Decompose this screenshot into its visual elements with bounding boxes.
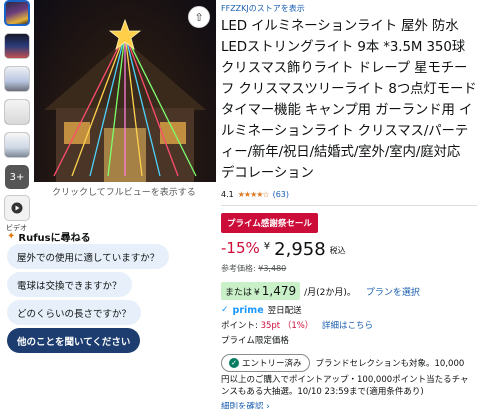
- image-caption[interactable]: クリックしてフルビューを表示する: [52, 185, 222, 198]
- prime-check-icon: ✓: [221, 305, 229, 315]
- review-count-link[interactable]: (63): [273, 190, 289, 199]
- rufus-title-text: Rufusに尋ねる: [18, 233, 91, 244]
- share-icon[interactable]: ⇧: [188, 6, 210, 28]
- reference-label: 参考価格:: [221, 264, 256, 273]
- select-plan-link[interactable]: プランを選択: [366, 285, 420, 298]
- more-images-button[interactable]: 3+: [5, 165, 29, 189]
- rating-value: 4.1: [221, 190, 234, 199]
- entry-details-link[interactable]: 細則を確認 ›: [221, 400, 477, 409]
- product-illustration: [44, 18, 206, 182]
- rating-row: 4.1 ★★★★☆ (63): [221, 190, 477, 199]
- thumbnail-4[interactable]: [4, 99, 30, 125]
- store-link[interactable]: FFZZKJのストアを表示: [221, 3, 477, 14]
- prime-row: ✓ prime 翌日配送: [221, 304, 477, 317]
- entry-badge[interactable]: ✓ エントリー済み: [221, 354, 310, 372]
- installment-amount: 1,479: [261, 284, 297, 298]
- product-title: LED イルミネーションライト 屋外 防水 LEDストリングライト 9本 *3.…: [221, 19, 477, 181]
- thumbnail-1[interactable]: [4, 0, 30, 26]
- reference-price: ¥3,480: [258, 264, 287, 273]
- installment-box: または ¥ 1,479: [221, 282, 301, 300]
- thumbnail-2[interactable]: [4, 33, 30, 59]
- video-thumbnail[interactable]: [4, 195, 30, 221]
- thumbnail-5[interactable]: [4, 132, 30, 158]
- thumbnail-3[interactable]: [4, 66, 30, 92]
- prime-delivery: 翌日配送: [267, 306, 302, 316]
- installment-suffix: /月(2か月)。: [304, 287, 356, 298]
- divider: [221, 205, 477, 206]
- price-currency: ¥: [263, 241, 271, 252]
- main-product-image[interactable]: ⇧: [34, 0, 216, 182]
- rufus-ask-other-button[interactable]: 他のことを聞いてください: [7, 328, 141, 353]
- installment-currency: ¥: [254, 288, 260, 298]
- entry-check-icon: ✓: [229, 358, 239, 368]
- rufus-question-chip[interactable]: どのくらいの長さですか？: [7, 300, 142, 325]
- entry-brand-text: ブランドセレクションも対象。10,000: [315, 359, 465, 369]
- points-row: ポイント: 35pt （1%） 詳細はこちら: [221, 319, 477, 331]
- discount-percent: -15%: [221, 239, 260, 257]
- points-detail-link[interactable]: 詳細はこちら: [322, 321, 373, 331]
- installment-prefix: または: [225, 288, 253, 298]
- star-rating-icon[interactable]: ★★★★☆: [238, 190, 270, 199]
- rufus-spark-icon: ✦: [7, 231, 16, 242]
- rufus-title: ✦ Rufusに尋ねる: [7, 229, 91, 244]
- thumbnail-column: 3+ ビデオ: [4, 0, 32, 233]
- entry-badge-label: エントリー済み: [242, 359, 302, 369]
- deal-badge: プライム感謝祭セール: [221, 213, 318, 233]
- tax-label: 税込: [329, 246, 346, 255]
- product-info: FFZZKJのストアを表示 LED イルミネーションライト 屋外 防水 LEDス…: [221, 0, 477, 409]
- installment-row: または ¥ 1,479 /月(2か月)。 プランを選択: [221, 282, 477, 300]
- play-icon: [11, 202, 23, 214]
- reference-price-row: 参考価格: ¥3,480: [221, 263, 477, 274]
- entry-row: ✓ エントリー済み ブランドセレクションも対象。10,000: [221, 354, 477, 372]
- price-row: -15% ¥ 2,958 税込: [221, 239, 477, 260]
- entry-description: 円以上のご購入でポイントアップ・100,000ポイント当たるチャンスもある大抽選…: [221, 375, 469, 397]
- price-value: 2,958: [274, 239, 326, 260]
- rufus-question-chip[interactable]: 電球は交換できますか？: [7, 272, 132, 297]
- rufus-question-chip[interactable]: 屋外での使用に適していますか？: [7, 244, 170, 269]
- prime-logo: prime: [232, 304, 264, 316]
- prime-exclusive-price: プライム限定価格: [221, 336, 289, 346]
- points-label: ポイント:: [221, 321, 258, 331]
- points-value: 35pt （1%）: [260, 321, 314, 331]
